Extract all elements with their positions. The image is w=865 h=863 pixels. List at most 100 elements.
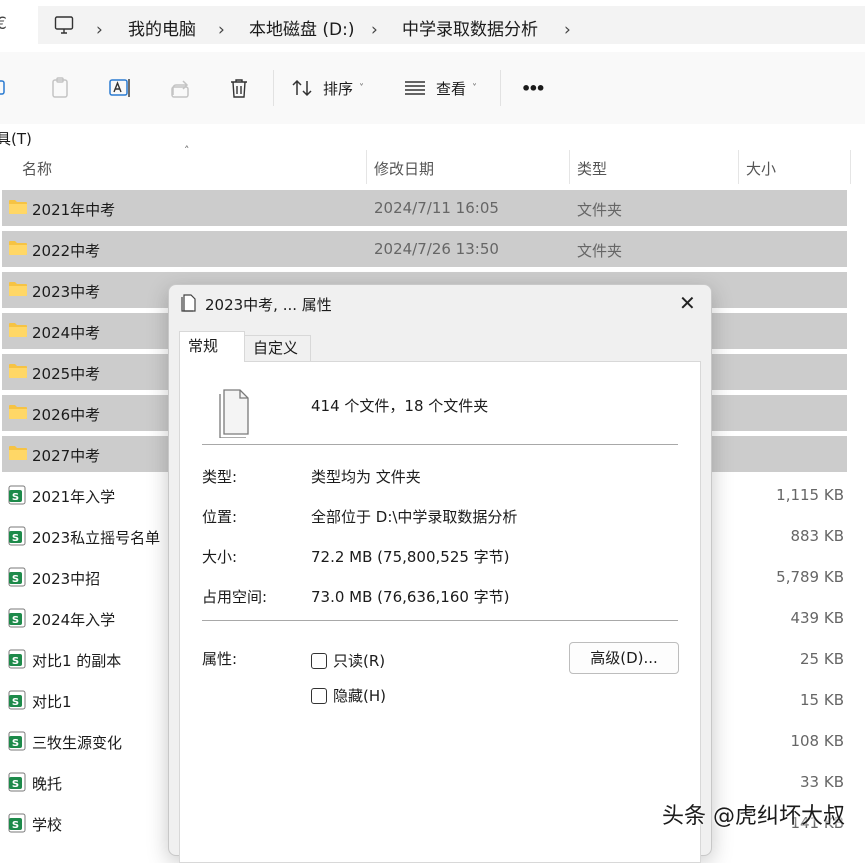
readonly-checkbox[interactable]: 只读(R) [311, 650, 385, 671]
spreadsheet-icon: S [8, 731, 26, 755]
menu-row: 具(T) [0, 124, 865, 150]
document-icon [181, 294, 196, 312]
checkbox-box[interactable] [311, 652, 327, 669]
svg-text:S: S [12, 697, 19, 708]
svg-text:S: S [12, 779, 19, 790]
column-divider[interactable] [569, 150, 570, 184]
file-size: 1,115 KB [776, 486, 844, 504]
file-name: 对比1 [32, 693, 72, 711]
breadcrumb-separator: › [218, 20, 225, 40]
svg-text:S: S [12, 492, 19, 503]
file-name: 2022中考 [32, 242, 101, 260]
file-type: 文件夹 [577, 242, 623, 260]
breadcrumb[interactable]: › 我的电脑 › 本地磁盘 (D:) › 中学录取数据分析 › [38, 6, 865, 44]
divider [202, 620, 678, 621]
file-name: 学校 [32, 816, 63, 834]
copy-icon [0, 80, 5, 95]
svg-text:S: S [12, 656, 19, 667]
type-label: 类型: [202, 468, 238, 486]
column-header: ˄ 名称 修改日期 类型 大小 [0, 144, 865, 184]
readonly-label: 只读(R) [333, 652, 386, 670]
dialog-title: 2023中考, ... 属性 [205, 296, 332, 314]
location-label: 位置: [202, 508, 238, 526]
file-name: 2027中考 [32, 447, 101, 465]
delete-button[interactable] [229, 52, 249, 124]
folder-row[interactable]: 2021年中考 2024/7/11 16:05 文件夹 [2, 190, 847, 226]
file-name: 2023私立摇号名单 [32, 529, 161, 547]
column-divider[interactable] [850, 150, 851, 184]
folder-icon [8, 444, 28, 466]
view-label: 查看 [436, 79, 467, 98]
toolbar-divider [273, 70, 274, 106]
breadcrumb-my-computer[interactable]: 我的电脑 [128, 15, 196, 40]
spreadsheet-icon: S [8, 567, 26, 591]
watermark: 头条 @虎纠坏大叔 [662, 804, 845, 829]
sort-button[interactable]: 排序 ˅ [291, 52, 364, 124]
clipboard-icon [52, 77, 68, 98]
folder-icon [8, 280, 28, 302]
file-modified: 2024/7/11 16:05 [374, 199, 499, 217]
sort-icon [292, 79, 312, 97]
close-icon[interactable]: ✕ [679, 291, 696, 315]
general-panel: 414 个文件，18 个文件夹 类型: 类型均为 文件夹 位置: 全部位于 D:… [179, 361, 701, 863]
file-modified: 2024/7/26 13:50 [374, 240, 499, 258]
breadcrumb-drive-d[interactable]: 本地磁盘 (D:) [249, 15, 355, 40]
hidden-label: 隐藏(H) [333, 687, 386, 705]
spreadsheet-icon: S [8, 690, 26, 714]
multiple-files-icon [219, 389, 249, 438]
folder-icon [8, 362, 28, 384]
copy-button[interactable] [0, 52, 12, 124]
address-bar: € › 我的电脑 › 本地磁盘 (D:) › 中学录取数据分析 › [0, 0, 865, 52]
breadcrumb-current-folder[interactable]: 中学录取数据分析 [402, 15, 538, 40]
svg-text:S: S [12, 738, 19, 749]
column-divider[interactable] [366, 150, 367, 184]
spreadsheet-icon: S [8, 526, 26, 550]
menu-tools[interactable]: 具(T) [0, 128, 32, 149]
svg-text:S: S [12, 533, 19, 544]
tab-general[interactable]: 常规 [179, 331, 245, 362]
size-value: 72.2 MB (75,800,525 字节) [311, 548, 510, 566]
view-list-icon [405, 81, 425, 95]
svg-text:S: S [12, 574, 19, 585]
hidden-checkbox[interactable]: 隐藏(H) [311, 685, 386, 706]
share-button[interactable] [170, 52, 192, 124]
column-modified[interactable]: 修改日期 [374, 158, 434, 179]
breadcrumb-separator: › [371, 20, 378, 40]
file-size: 5,789 KB [776, 568, 844, 586]
file-name: 2025中考 [32, 365, 101, 383]
file-name: 2021年中考 [32, 201, 116, 219]
file-type: 文件夹 [577, 201, 623, 219]
address-edge-glyph: € [0, 14, 7, 34]
file-name: 对比1 的副本 [32, 652, 122, 670]
share-icon [171, 80, 189, 98]
file-name: 三牧生源变化 [32, 734, 123, 752]
checkbox-box[interactable] [311, 687, 327, 704]
column-size[interactable]: 大小 [746, 158, 776, 179]
attributes-label: 属性: [202, 650, 238, 668]
computer-icon[interactable] [54, 15, 74, 35]
file-name: 2021年入学 [32, 488, 116, 506]
sort-label: 排序 [323, 79, 354, 98]
file-size: 33 KB [800, 773, 844, 791]
column-divider[interactable] [738, 150, 739, 184]
file-size: 883 KB [790, 527, 844, 545]
svg-text:S: S [12, 615, 19, 626]
column-name[interactable]: 名称 [22, 158, 52, 179]
folder-row[interactable]: 2022中考 2024/7/26 13:50 文件夹 [2, 231, 847, 267]
disk-size-value: 73.0 MB (76,636,160 字节) [311, 588, 510, 606]
file-size: 25 KB [800, 650, 844, 668]
paste-button[interactable] [50, 52, 70, 124]
divider [202, 444, 678, 445]
more-button[interactable]: ••• [521, 52, 546, 124]
view-button[interactable]: 查看 ˅ [404, 52, 477, 124]
file-name: 2023中考 [32, 283, 101, 301]
advanced-button[interactable]: 高级(D)... [569, 642, 679, 674]
trash-icon [231, 79, 247, 98]
location-value: 全部位于 D:\中学录取数据分析 [311, 508, 518, 526]
column-type[interactable]: 类型 [577, 158, 607, 179]
tab-custom[interactable]: 自定义 [245, 335, 311, 361]
breadcrumb-separator: › [564, 20, 571, 40]
folder-icon [8, 239, 28, 261]
file-size: 15 KB [800, 691, 844, 709]
rename-button[interactable] [108, 52, 132, 124]
